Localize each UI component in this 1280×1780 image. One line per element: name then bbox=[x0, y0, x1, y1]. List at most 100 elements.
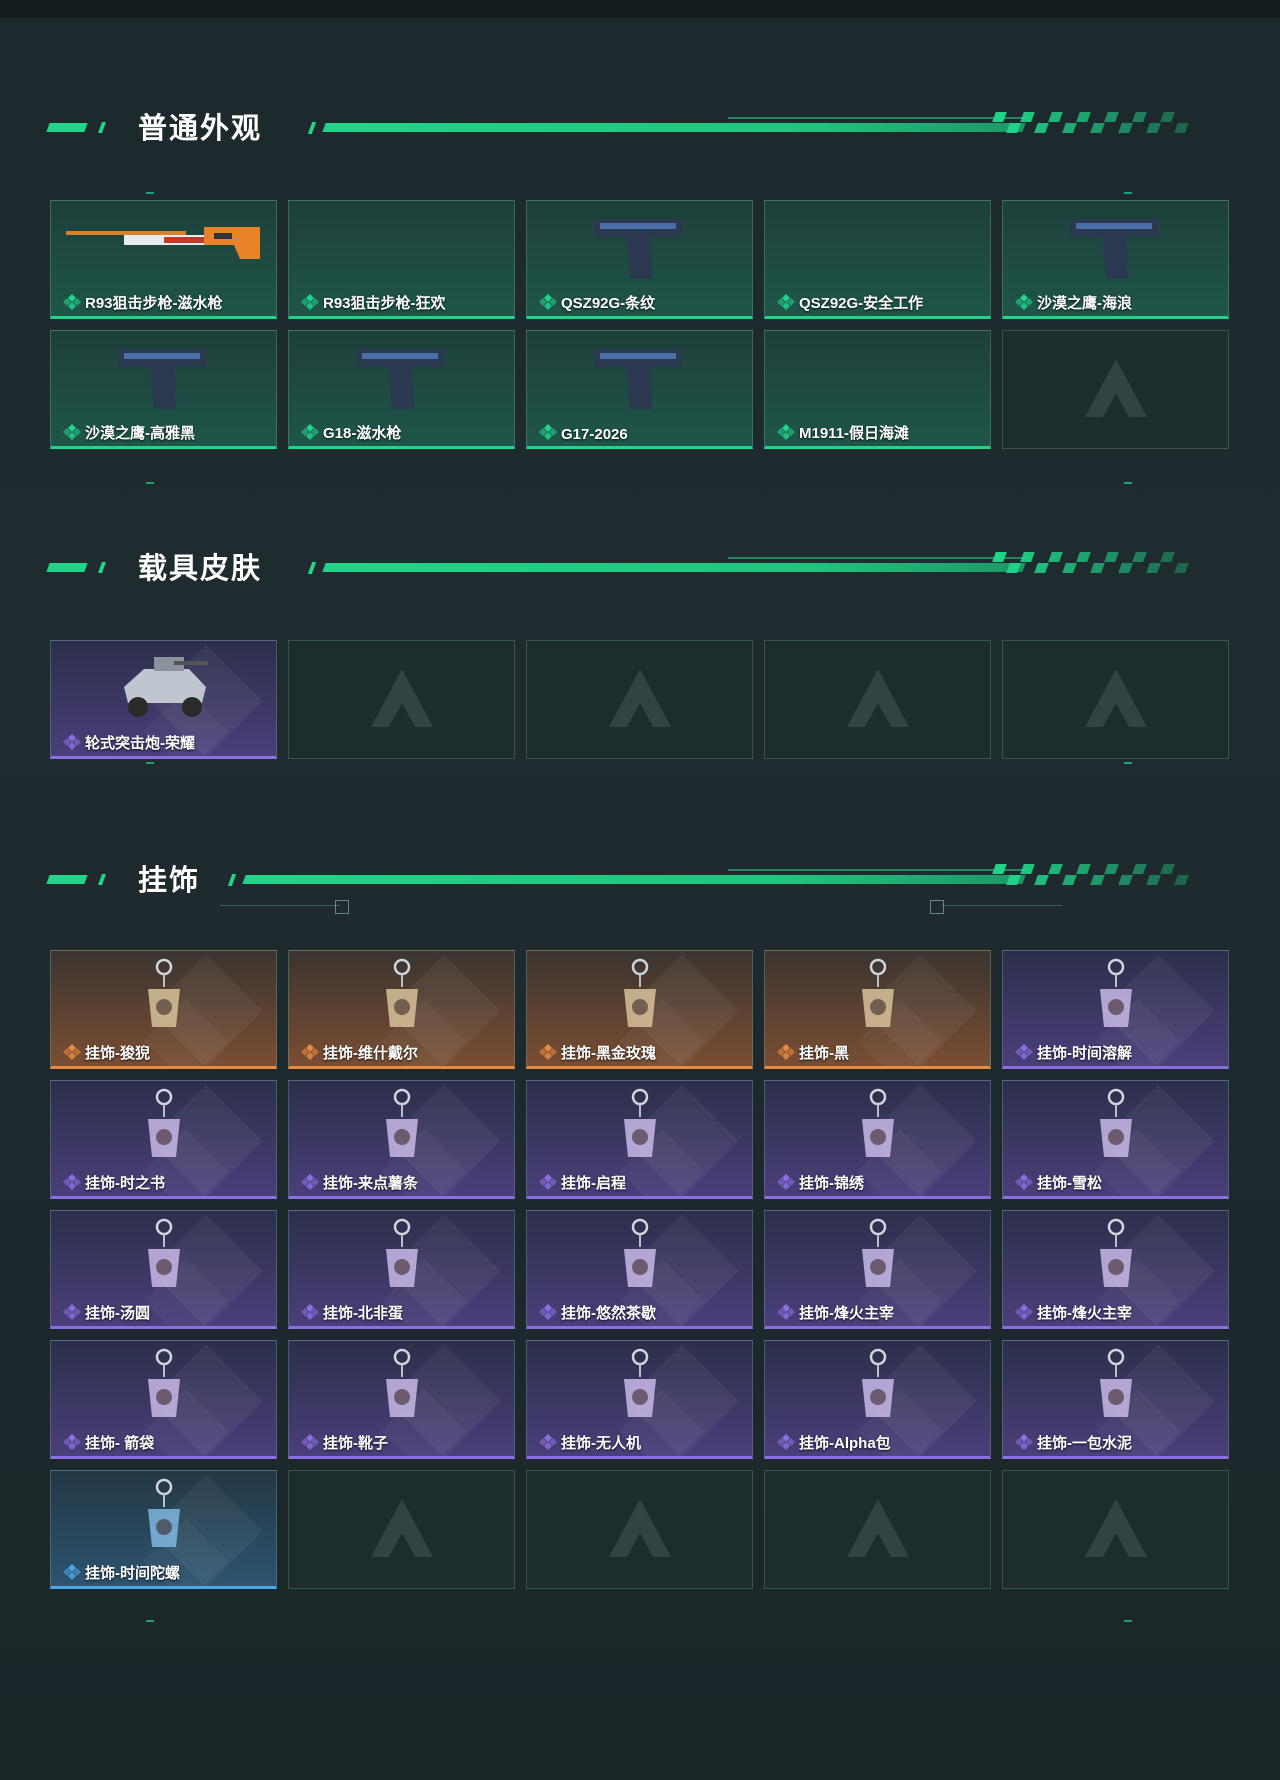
item-label: G17-2026 bbox=[561, 426, 628, 443]
item-label: 挂饰-黑金玫瑰 bbox=[561, 1045, 656, 1062]
checker-cell bbox=[1104, 112, 1119, 122]
item-label: 挂饰-狻猊 bbox=[85, 1045, 150, 1062]
empty-slot[interactable] bbox=[764, 1470, 991, 1589]
checker-cell bbox=[1146, 123, 1161, 133]
item-label: R93狙击步枪-滋水枪 bbox=[85, 295, 223, 312]
item-label: 挂饰-烽火主宰 bbox=[1037, 1305, 1132, 1322]
header-tick bbox=[307, 122, 317, 134]
item-label: QSZ92G-条纹 bbox=[561, 295, 656, 312]
item-card[interactable]: QSZ92G-条纹 bbox=[526, 200, 753, 319]
item-card[interactable]: 挂饰-时之书 bbox=[50, 1080, 277, 1199]
charm-pendant-icon bbox=[147, 1478, 180, 1547]
rarity-diamond-icon bbox=[301, 1174, 319, 1190]
item-card[interactable]: 挂饰-北非蛋 bbox=[288, 1210, 515, 1329]
checker-pattern bbox=[992, 112, 1199, 136]
empty-slot[interactable] bbox=[764, 640, 991, 759]
item-card[interactable]: 挂饰-时间陀螺 bbox=[50, 1470, 277, 1589]
item-card[interactable]: 挂饰-来点薯条 bbox=[288, 1080, 515, 1199]
header-dash bbox=[97, 562, 107, 573]
item-card[interactable]: 挂饰-烽火主宰 bbox=[764, 1210, 991, 1329]
rarity-diamond-icon bbox=[63, 1304, 81, 1320]
item-card[interactable]: 沙漠之鹰-高雅黑 bbox=[50, 330, 277, 449]
checker-cell bbox=[1076, 864, 1091, 874]
item-card[interactable]: 沙漠之鹰-海浪 bbox=[1002, 200, 1229, 319]
item-label: 挂饰-时之书 bbox=[85, 1175, 165, 1192]
checker-cell bbox=[1076, 112, 1091, 122]
empty-slot[interactable] bbox=[1002, 330, 1229, 449]
item-label: 挂饰-靴子 bbox=[323, 1435, 388, 1452]
empty-slot[interactable] bbox=[288, 1470, 515, 1589]
item-card[interactable]: 挂饰-一包水泥 bbox=[1002, 1340, 1229, 1459]
item-card[interactable]: 挂饰-靴子 bbox=[288, 1340, 515, 1459]
item-card[interactable]: 挂饰-锦绣 bbox=[764, 1080, 991, 1199]
charm-pendant-icon bbox=[623, 1348, 656, 1417]
item-card[interactable]: 挂饰-无人机 bbox=[526, 1340, 753, 1459]
item-card[interactable]: 挂饰-狻猊 bbox=[50, 950, 277, 1069]
checker-cell bbox=[1090, 563, 1105, 573]
item-card[interactable]: G18-滋水枪 bbox=[288, 330, 515, 449]
corner-mark bbox=[1124, 762, 1132, 764]
item-card[interactable]: 挂饰-时间溶解 bbox=[1002, 950, 1229, 1069]
rarity-diamond-icon bbox=[63, 1564, 81, 1580]
header-dash bbox=[46, 123, 88, 132]
empty-slot[interactable] bbox=[526, 1470, 753, 1589]
empty-slot[interactable] bbox=[288, 640, 515, 759]
item-card[interactable]: 挂饰-雪松 bbox=[1002, 1080, 1229, 1199]
item-card[interactable]: 挂饰-黑金玫瑰 bbox=[526, 950, 753, 1069]
item-card[interactable]: 挂饰- 箭袋 bbox=[50, 1340, 277, 1459]
rarity-diamond-icon bbox=[63, 1174, 81, 1190]
rarity-diamond-icon bbox=[63, 294, 81, 310]
checker-cell bbox=[1174, 123, 1189, 133]
charm-pendant-icon bbox=[861, 1088, 894, 1157]
item-label: 挂饰-时间溶解 bbox=[1037, 1045, 1132, 1062]
vehicle-icon bbox=[123, 657, 208, 717]
item-card[interactable]: R93狙击步枪-滋水枪 bbox=[50, 200, 277, 319]
item-card[interactable]: QSZ92G-安全工作 bbox=[764, 200, 991, 319]
empty-slot[interactable] bbox=[1002, 640, 1229, 759]
empty-slot[interactable] bbox=[1002, 1470, 1229, 1589]
checker-cell bbox=[1048, 864, 1063, 874]
charm-pendant-icon bbox=[1099, 1218, 1132, 1287]
checker-cell bbox=[1090, 875, 1105, 885]
item-label: 挂饰-悠然茶歇 bbox=[561, 1305, 656, 1322]
header-dash bbox=[97, 122, 107, 133]
item-label: R93狙击步枪-狂欢 bbox=[323, 295, 446, 312]
checker-cell bbox=[1062, 123, 1077, 133]
item-card[interactable]: 挂饰-烽火主宰 bbox=[1002, 1210, 1229, 1329]
rarity-diamond-icon bbox=[63, 424, 81, 440]
item-card[interactable]: 轮式突击炮-荣耀 bbox=[50, 640, 277, 759]
corner-mark bbox=[1124, 192, 1132, 194]
rarity-diamond-icon bbox=[539, 1434, 557, 1450]
item-label: 挂饰-汤圆 bbox=[85, 1305, 150, 1322]
section-title: 挂饰 bbox=[138, 863, 201, 897]
charm-pendant-icon bbox=[385, 1088, 418, 1157]
checker-cell bbox=[992, 112, 1007, 122]
item-card[interactable]: 挂饰-汤圆 bbox=[50, 1210, 277, 1329]
item-label: 挂饰-维什戴尔 bbox=[323, 1045, 418, 1062]
item-card[interactable]: 挂饰-黑 bbox=[764, 950, 991, 1069]
item-card[interactable]: 挂饰-Alpha包 bbox=[764, 1340, 991, 1459]
logo-watermark-icon bbox=[846, 668, 909, 727]
item-label: 挂饰-一包水泥 bbox=[1037, 1435, 1132, 1452]
checker-cell bbox=[1132, 864, 1147, 874]
item-card[interactable]: 挂饰-维什戴尔 bbox=[288, 950, 515, 1069]
item-label: 挂饰-来点薯条 bbox=[323, 1175, 418, 1192]
charm-pendant-icon bbox=[1099, 1348, 1132, 1417]
checker-cell bbox=[1132, 112, 1147, 122]
item-card[interactable]: R93狙击步枪-狂欢 bbox=[288, 200, 515, 319]
checker-cell bbox=[1034, 563, 1049, 573]
checker-pattern bbox=[992, 552, 1199, 576]
checker-cell bbox=[1020, 112, 1035, 122]
item-card[interactable]: 挂饰-启程 bbox=[526, 1080, 753, 1199]
header-bar bbox=[322, 123, 1026, 132]
item-card[interactable]: M1911-假日海滩 bbox=[764, 330, 991, 449]
header-bar-thin bbox=[728, 557, 1028, 559]
checker-cell bbox=[1006, 123, 1021, 133]
pistol-icon bbox=[355, 349, 444, 409]
item-card[interactable]: G17-2026 bbox=[526, 330, 753, 449]
item-card[interactable]: 挂饰-悠然茶歇 bbox=[526, 1210, 753, 1329]
header-tick bbox=[227, 874, 237, 886]
rarity-diamond-icon bbox=[1015, 1044, 1033, 1060]
empty-slot[interactable] bbox=[526, 640, 753, 759]
item-label: M1911-假日海滩 bbox=[799, 425, 910, 442]
